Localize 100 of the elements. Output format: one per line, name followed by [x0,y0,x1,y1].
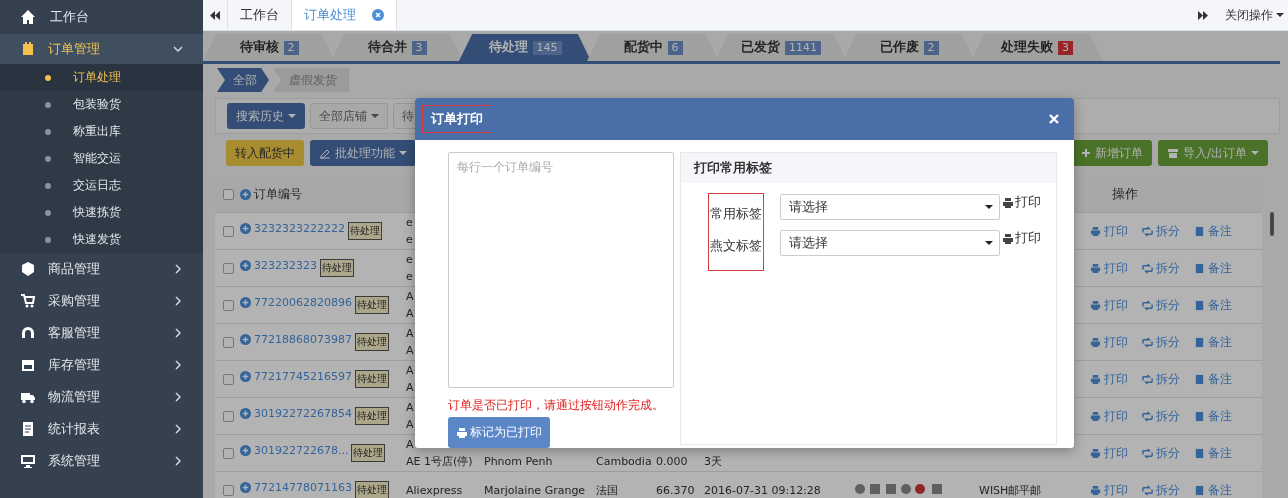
printer-icon [1090,373,1101,385]
menu-section[interactable]: 客服管理 [0,317,203,349]
order-link[interactable]: 3232323222222 [240,222,345,235]
table-cell: A [406,363,414,378]
table-cell: WISH邮平邮 [979,482,1042,498]
close-actions-menu[interactable]: 关闭操作 [1215,0,1288,30]
filter-tab[interactable]: 全部 [217,68,269,92]
status-tab[interactable]: 已发货 1141 [715,34,847,61]
menu-section[interactable]: 采购管理 [0,285,203,317]
row-action-link[interactable]: 打印 [1090,333,1128,351]
menu-section[interactable]: 统计报表 [0,413,203,445]
table-cell: 法国 [596,482,618,498]
mark-printed-button[interactable]: 标记为已打印 [448,417,550,448]
checkbox[interactable] [223,447,234,459]
print-link[interactable]: 打印 [1002,230,1041,247]
status-tab[interactable]: 待合并 3 [331,34,463,61]
status-tab[interactable]: 待处理 145 [459,34,591,61]
status-tab[interactable]: 已作废 2 [843,34,975,61]
scrollbar[interactable] [1270,212,1274,236]
label-select[interactable]: 请选择 [780,194,1000,220]
row-action-link[interactable]: 拆分 [1142,444,1180,462]
checkbox[interactable] [223,484,234,496]
row-action-link[interactable]: 打印 [1090,296,1128,314]
close-button[interactable] [1048,113,1060,125]
submenu-item[interactable]: 订单处理 [0,64,203,91]
checkbox[interactable] [223,299,234,311]
checkbox[interactable] [223,336,234,348]
checkbox[interactable] [223,410,234,422]
status-tab[interactable]: 处理失败 3 [971,34,1103,61]
count-badge: 2 [283,40,299,55]
order-link[interactable]: 77214778071163 [240,481,352,494]
plus-circle-icon [240,445,251,456]
checkbox[interactable] [223,188,234,200]
submenu-item[interactable]: 称重出库 [0,118,203,145]
printer-icon [1002,232,1014,245]
row-action-link[interactable]: 备注 [1194,407,1232,425]
submenu-item[interactable]: 快速发货 [0,226,203,253]
row-action-link[interactable]: 打印 [1090,222,1128,240]
count-badge: 1141 [785,40,821,55]
submenu-item[interactable]: 交运日志 [0,172,203,199]
table-cell: A [406,326,414,341]
row-action-link[interactable]: 拆分 [1142,296,1180,314]
checkbox[interactable] [223,225,234,237]
toolbar-button[interactable]: 转入配货中 [226,140,304,166]
toolbar-button[interactable]: 批处理功能 [310,140,416,166]
row-action-link[interactable]: 打印 [1090,259,1128,277]
chevron-icon [173,392,183,402]
row-action-link[interactable]: 备注 [1194,296,1232,314]
order-link[interactable]: 301922722678... [240,444,349,457]
page-tab[interactable]: 订单处理 [292,0,397,30]
caret-icon [399,151,407,155]
row-action-link[interactable]: 打印 [1090,444,1128,462]
checkbox[interactable] [223,373,234,385]
note-icon [1194,262,1205,274]
row-action-link[interactable]: 打印 [1090,481,1128,498]
row-action-link[interactable]: 备注 [1194,222,1232,240]
toolbar-button[interactable]: 新增订单 [1071,140,1152,166]
submenu-item[interactable]: 包装验货 [0,91,203,118]
row-action-link[interactable]: 打印 [1090,370,1128,388]
submenu-item[interactable]: 智能交运 [0,145,203,172]
order-link[interactable]: 30192272267854 [240,407,352,420]
toolbar-button[interactable]: 搜索历史 [227,103,305,129]
order-link[interactable]: 77218868073987 [240,333,352,346]
order-number-input[interactable]: 每行一个订单编号 [448,152,674,388]
toolbar-button[interactable]: 导入/出订单 [1157,140,1268,166]
row-action-link[interactable]: 拆分 [1142,407,1180,425]
table-cell: e [406,215,413,230]
menu-section[interactable]: 订单管理 [0,34,203,64]
menu-item[interactable]: 工作台 [50,8,89,26]
row-action-link[interactable]: 备注 [1194,444,1232,462]
order-link[interactable]: 77220062820896 [240,296,352,309]
checkbox[interactable] [223,262,234,274]
bullet-icon [45,74,51,81]
row-action-link[interactable]: 备注 [1194,481,1232,498]
print-link[interactable]: 打印 [1002,194,1041,211]
row-action-link[interactable]: 打印 [1090,407,1128,425]
menu-section[interactable]: 库存管理 [0,349,203,381]
label-select[interactable]: 请选择 [780,230,1000,256]
row-action-link[interactable]: 拆分 [1142,370,1180,388]
menu-section[interactable]: 系统管理 [0,445,203,477]
close-icon[interactable] [372,9,384,21]
order-link[interactable]: 323232323 [240,259,317,272]
caret-icon [1251,151,1259,155]
row-action-link[interactable]: 拆分 [1142,333,1180,351]
order-link[interactable]: 77217745216597 [240,370,352,383]
status-tab[interactable]: 待审核 2 [203,34,335,61]
status-tag: 待处理 [355,333,389,351]
toolbar-button[interactable]: 全部店铺 [310,103,388,129]
row-action-link[interactable]: 拆分 [1142,259,1180,277]
menu-section[interactable]: 商品管理 [0,253,203,285]
submenu-item[interactable]: 快速拣货 [0,199,203,226]
row-action-link[interactable]: 拆分 [1142,481,1180,498]
row-action-link[interactable]: 备注 [1194,259,1232,277]
printer-icon [1090,262,1101,274]
table-cell: A [406,400,414,415]
status-tab[interactable]: 配货中 6 [587,34,719,61]
menu-section[interactable]: 物流管理 [0,381,203,413]
row-action-link[interactable]: 拆分 [1142,222,1180,240]
row-action-link[interactable]: 备注 [1194,333,1232,351]
row-action-link[interactable]: 备注 [1194,370,1232,388]
